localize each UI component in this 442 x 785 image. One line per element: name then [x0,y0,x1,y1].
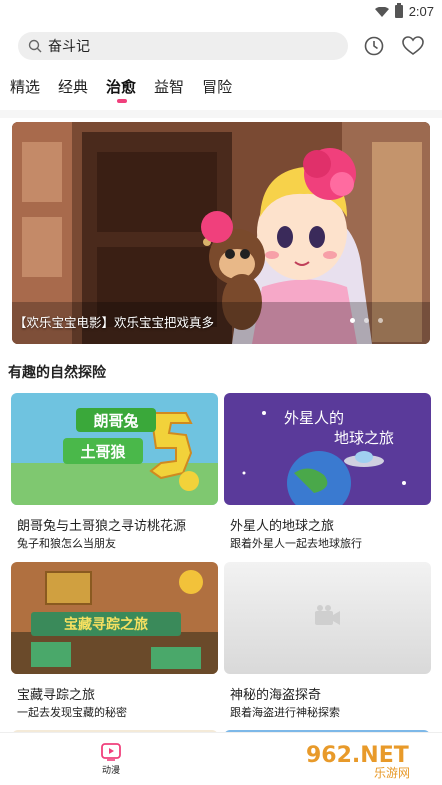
divider [0,110,442,118]
video-subtitle: 跟着外星人一起去地球旅行 [230,537,362,550]
tab-yizhi[interactable]: 益智 [154,76,184,100]
nav-anime[interactable]: 动漫 [96,743,126,776]
tab-zhiyu[interactable]: 治愈 [106,76,137,103]
status-time: 2:07 [408,4,434,19]
carousel-dot[interactable] [378,318,383,323]
category-tabs: 精选 经典 治愈 益智 冒险 [10,76,250,103]
video-title: 朗哥兔与土哥狼之寻访桃花源 [17,519,187,534]
video-card[interactable]: 外星人的 地球之旅 外星人的地球之旅 跟着外星人一起去地球旅行 [224,393,431,550]
thumb-text: 外星人的 [284,409,344,427]
thumb-text: 宝藏寻踪之旅 [64,616,148,633]
video-subtitle: 兔子和狼怎么当朋友 [17,537,116,550]
video-title: 宝藏寻踪之旅 [17,688,96,703]
video-title: 外星人的地球之旅 [230,519,335,534]
search-input[interactable]: 奋斗记 [18,32,348,60]
banner-image [12,122,430,344]
thumb-text: 朗哥兔 [93,412,138,430]
watermark-text: 962.NET [306,743,409,768]
watermark-logo: 962.NET 乐游网 [306,743,410,780]
video-subtitle: 一起去发现宝藏的秘密 [17,706,127,719]
banner-caption: 【欢乐宝宝电影】欢乐宝宝把戏真多 [14,315,215,330]
carousel-dots [350,318,383,323]
thumb-text: 土哥狼 [80,443,126,461]
video-card[interactable]: 朗哥兔 土哥狼 朗哥兔与土哥狼之寻访桃花源 兔子和狼怎么当朋友 [11,393,218,550]
tab-jingxuan[interactable]: 精选 [10,76,40,100]
video-subtitle: 跟着海盗进行神秘探索 [230,706,340,719]
carousel-dot[interactable] [364,318,369,323]
video-thumbnail: 宝藏寻踪之旅 [11,562,218,674]
video-card[interactable]: 神秘的海盗探奇 跟着海盗进行神秘探索 [224,562,431,719]
video-placeholder-icon [315,605,340,625]
thumb-text: 地球之旅 [334,429,394,447]
carousel-dot[interactable] [350,318,355,323]
video-thumbnail [224,562,431,674]
active-tab-indicator [117,99,128,103]
video-thumbnail: 外星人的 地球之旅 [224,393,431,505]
banner-carousel[interactable] [12,122,430,344]
battery-icon [394,3,403,18]
wifi-icon [374,6,389,17]
search-query: 奋斗记 [48,39,90,55]
status-bar: 2:07 [0,0,442,24]
tv-play-icon [101,743,121,761]
section-title: 有趣的自然探险 [8,365,106,381]
history-icon[interactable] [364,36,384,56]
tab-zhiyu-label: 治愈 [106,78,137,96]
video-title: 神秘的海盗探奇 [230,688,322,703]
video-thumbnail: 朗哥兔 土哥狼 [11,393,218,505]
tab-jingdian[interactable]: 经典 [58,76,88,100]
search-icon [28,39,42,53]
watermark-subtext: 乐游网 [374,766,410,780]
video-card[interactable]: 宝藏寻踪之旅 宝藏寻踪之旅 一起去发现宝藏的秘密 [11,562,218,719]
nav-anime-label: 动漫 [101,766,120,776]
tab-maoxian[interactable]: 冒险 [202,76,232,100]
heart-icon[interactable] [402,36,424,56]
